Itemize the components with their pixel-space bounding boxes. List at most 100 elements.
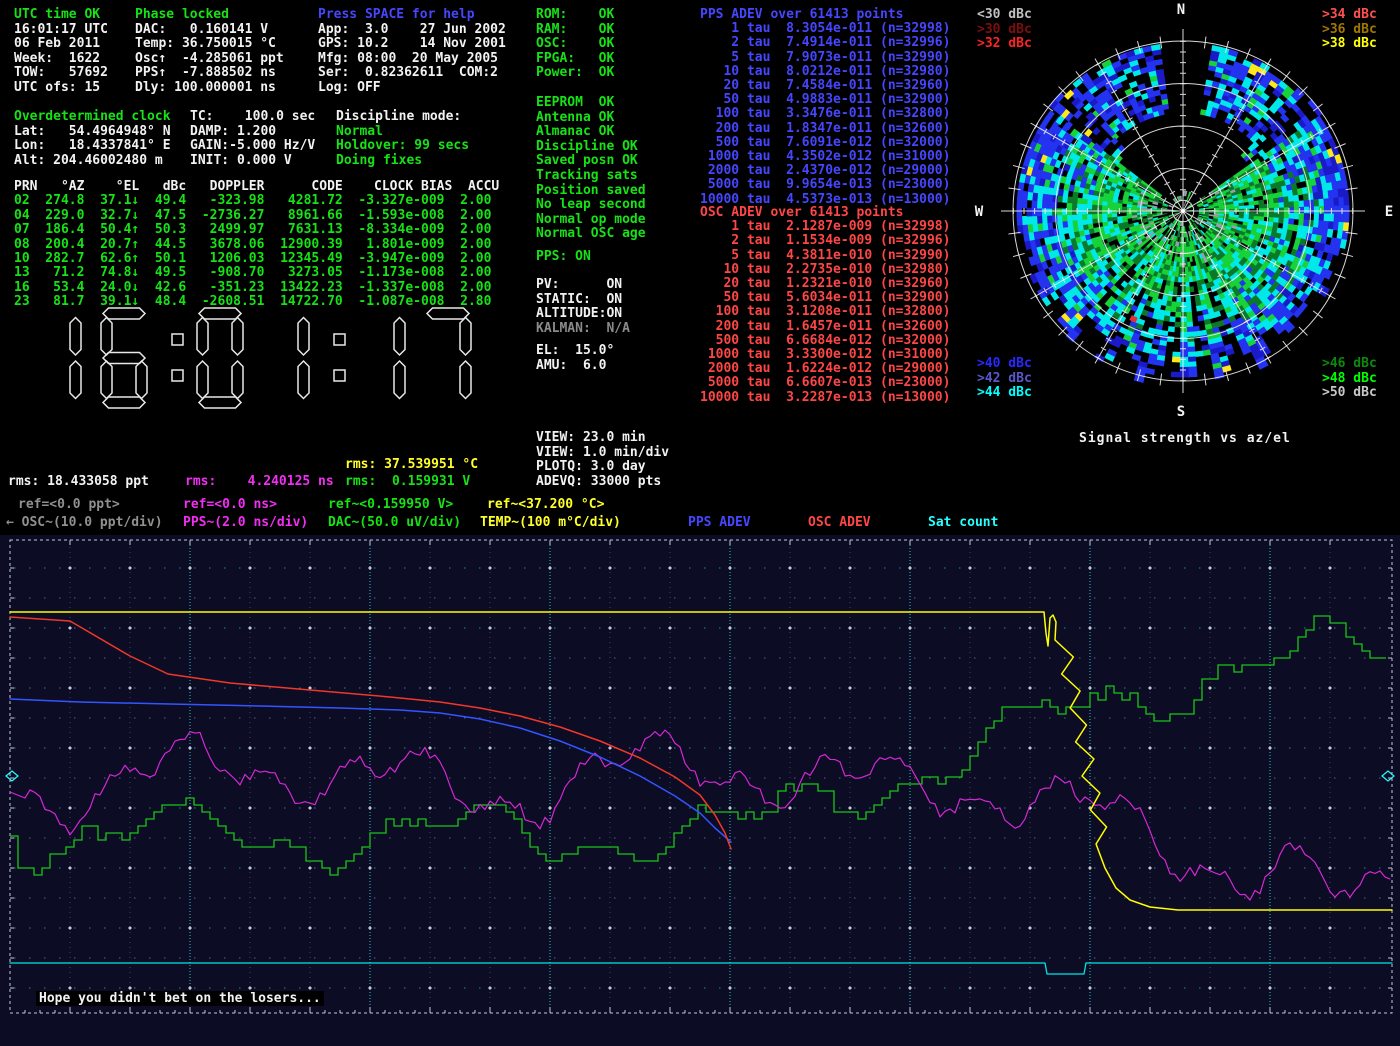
pps-adev-table: PPS ADEV over 61413 points 1 tau 8.3054e… <box>700 8 950 207</box>
utc-status-line: 16:01:17 UTC <box>14 23 108 38</box>
satellite-row: 23 81.7 39.1↓ 48.4 -2608.51 14722.70 -1.… <box>14 295 499 309</box>
receiver-status-line: Discipline OK <box>536 140 646 155</box>
position-line: Lon: 18.4337841° E <box>14 139 171 154</box>
version-help-panel: Press SPACE for helpApp: 3.0 27 Jun 2002… <box>318 8 506 96</box>
osc-adev-row: 2 tau 1.1534e-009 (n=32996) <box>700 234 950 248</box>
oscillator-status-line: Osc↑ -4.285061 ppt <box>135 52 284 67</box>
pps-adev-row: PPS ADEV over 61413 points <box>700 8 950 22</box>
selftest-line: ROM: OK <box>536 8 614 23</box>
dbc-legend-item: >44 dBc <box>977 386 1032 401</box>
dbc-legend-item: >50 dBc <box>1322 386 1377 401</box>
view-line: VIEW: 1.0 min/div <box>536 446 669 461</box>
selftest-line: Power: OK <box>536 66 614 81</box>
receiver-status-line: Tracking sats <box>536 169 646 184</box>
rms-pps-readout: rms: 4.240125 ns <box>185 474 334 489</box>
receiver-status-line: EEPROM OK <box>536 96 646 111</box>
pps-adev-row: 10 tau 8.0212e-011 (n=32980) <box>700 65 950 79</box>
discipline-line: Discipline mode: <box>336 110 469 125</box>
osc-adev-row: 50 tau 5.6034e-011 (n=32900) <box>700 291 950 305</box>
filter-line: ALTITUDE:ON <box>536 307 630 322</box>
pps-adev-row: 50 tau 4.9883e-011 (n=32900) <box>700 93 950 107</box>
position-panel: Overdetermined clockLat: 54.4964948° NLo… <box>14 110 171 168</box>
pps-adev-row: 2000 tau 2.4370e-012 (n=29000) <box>700 164 950 178</box>
satellite-row: 10 282.7 62.6↑ 50.1 1206.03 12345.49 -3.… <box>14 252 499 266</box>
pps-state-panel: PPS: ON <box>536 250 591 265</box>
plot-scale-osc-label: ← OSC~(10.0 ppt/div) <box>6 515 163 530</box>
satellite-row: 07 186.4 50.4↑ 50.3 2499.97 7631.13 -8.3… <box>14 223 499 237</box>
dbc-legend-item: >38 dBc <box>1322 37 1377 52</box>
seven-segment-clock <box>26 304 496 414</box>
oscillator-status-line: Phase locked <box>135 8 284 23</box>
view-settings-panel: VIEW: 23.0 minVIEW: 1.0 min/divPLOTQ: 3.… <box>536 431 669 489</box>
osc-adev-row: OSC ADEV over 61413 points <box>700 206 950 220</box>
dbc-legend-top-right: >34 dBc>36 dBc>38 dBc <box>1322 8 1377 52</box>
loop-param-line: GAIN:-5.000 Hz/V <box>190 139 315 154</box>
version-line: Mfg: 08:00 20 May 2005 <box>318 52 506 67</box>
loop-params-panel: TC: 100.0 secDAMP: 1.200GAIN:-5.000 Hz/V… <box>190 110 315 168</box>
discipline-line: Normal <box>336 125 469 140</box>
compass-w-label: W <box>975 204 984 220</box>
dbc-legend-item: >34 dBc <box>1322 8 1377 23</box>
utc-status-line: UTC ofs: 15 <box>14 81 108 96</box>
dbc-legend-bottom-right: >46 dBc>48 dBc>50 dBc <box>1322 357 1377 401</box>
pps-adev-row: 5 tau 7.9073e-011 (n=32990) <box>700 51 950 65</box>
filter-line: PV: ON <box>536 278 630 293</box>
loop-param-line: TC: 100.0 sec <box>190 110 315 125</box>
utc-status-line: Week: 1622 <box>14 52 108 67</box>
rms-osc-readout: rms: 18.433058 ppt <box>8 474 149 489</box>
oscillator-status-line: Dly: 100.000001 ns <box>135 81 284 96</box>
plot-ref-pps-label: ref=<0.0 ns> <box>183 497 277 512</box>
utc-status-line: TOW: 57692 <box>14 66 108 81</box>
utc-status-panel: UTC time OK16:01:17 UTC06 Feb 2011Week: … <box>14 8 108 96</box>
discipline-line: Doing fixes <box>336 154 469 169</box>
pps-adev-row: 200 tau 1.8347e-011 (n=32600) <box>700 122 950 136</box>
selftest-line: OSC: OK <box>536 37 614 52</box>
plot-ref-osc-label: ref=<0.0 ppt> <box>18 497 120 512</box>
mask-line: AMU: 6.0 <box>536 359 614 374</box>
dbc-legend-bottom-left: >40 dBc>42 dBc>44 dBc <box>977 357 1032 401</box>
receiver-status-line: No leap second <box>536 198 646 213</box>
dbc-legend-item: >42 dBc <box>977 372 1032 387</box>
oscillator-status-panel: Phase lockedDAC: 0.160141 VTemp: 36.7500… <box>135 8 284 96</box>
status-message: Hope you didn't bet on the losers... <box>36 991 324 1006</box>
dbc-legend-top-left: <30 dBc>30 dBc>32 dBc <box>977 8 1032 52</box>
receiver-status-panel: EEPROM OKAntenna OKAlmanac OKDiscipline … <box>536 96 646 242</box>
satellite-row: 02 274.8 37.1↓ 49.4 -323.98 4281.72 -3.3… <box>14 194 499 208</box>
pps-adev-row: 5000 tau 9.9654e-013 (n=23000) <box>700 178 950 192</box>
osc-adev-table: OSC ADEV over 61413 points 1 tau 2.1287e… <box>700 206 950 405</box>
satellite-row: 16 53.4 24.0↓ 42.6 -351.23 13422.23 -1.3… <box>14 281 499 295</box>
view-line: PLOTQ: 3.0 day <box>536 460 669 475</box>
receiver-status-line: Normal op mode <box>536 213 646 228</box>
mask-panel: EL: 15.0°AMU: 6.0 <box>536 344 614 373</box>
position-line: Alt: 204.46002480 m <box>14 154 171 169</box>
plot-scale-temp-label: TEMP~(100 m°C/div) <box>480 515 621 530</box>
pps-adev-row: 2 tau 7.4914e-011 (n=32996) <box>700 36 950 50</box>
dbc-legend-item: >36 dBc <box>1322 23 1377 38</box>
dbc-legend-item: >48 dBc <box>1322 372 1377 387</box>
lady-heather-monitor: { "window": {"width": 1400, "height": 10… <box>0 0 1400 1046</box>
osc-adev-row: 20 tau 1.2321e-010 (n=32960) <box>700 277 950 291</box>
selftest-line: FPGA: OK <box>536 52 614 67</box>
receiver-status-line: Position saved <box>536 184 646 199</box>
version-line: Log: OFF <box>318 81 506 96</box>
loop-param-line: INIT: 0.000 V <box>190 154 315 169</box>
oscillator-status-line: Temp: 36.750015 °C <box>135 37 284 52</box>
discipline-mode-panel: Discipline mode:NormalHoldover: 99 secsD… <box>336 110 469 168</box>
osc-adev-row: 1000 tau 3.3300e-012 (n=31000) <box>700 348 950 362</box>
compass-e-label: E <box>1385 204 1393 220</box>
filter-panel: PV: ONSTATIC: ONALTITUDE:ONKALMAN: N/A <box>536 278 630 336</box>
version-line: App: 3.0 27 Jun 2002 <box>318 23 506 38</box>
pps-adev-row: 100 tau 3.3476e-011 (n=32800) <box>700 107 950 121</box>
dbc-legend-item: <30 dBc <box>977 8 1032 23</box>
osc-adev-row: 5 tau 4.3811e-010 (n=32990) <box>700 249 950 263</box>
filter-line: STATIC: ON <box>536 293 630 308</box>
receiver-status-line: Normal OSC age <box>536 227 646 242</box>
satellite-row: PRN °AZ °EL dBc DOPPLER CODE CLOCK BIAS … <box>14 180 499 194</box>
satellite-row: 13 71.2 74.8↓ 49.5 -908.70 3273.05 -1.17… <box>14 266 499 280</box>
mask-line: EL: 15.0° <box>536 344 614 359</box>
satellite-table: PRN °AZ °EL dBc DOPPLER CODE CLOCK BIAS … <box>14 180 499 310</box>
plot-ref-dac-label: ref~<0.159950 V> <box>328 497 453 512</box>
filter-line: KALMAN: N/A <box>536 322 630 337</box>
dbc-legend-item: >40 dBc <box>977 357 1032 372</box>
plot-sat-count-label: Sat count <box>928 515 998 530</box>
